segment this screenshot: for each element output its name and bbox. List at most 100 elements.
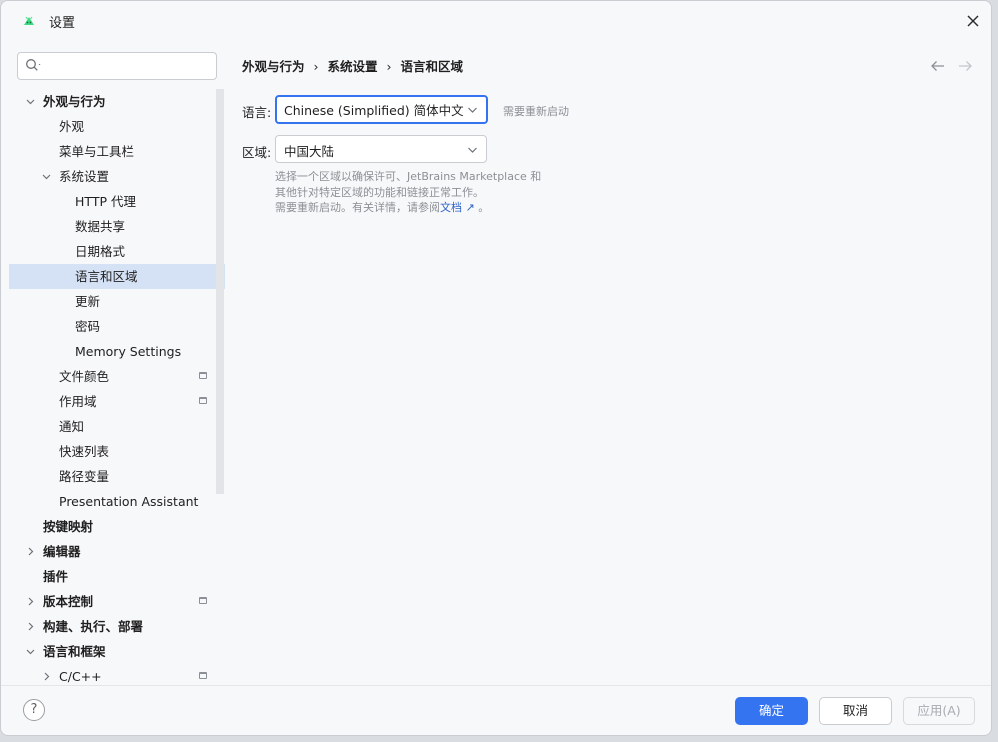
back-button[interactable]	[929, 57, 947, 75]
tree-item-label: 日期格式	[75, 244, 126, 259]
tree-item-label: 路径变量	[59, 469, 110, 484]
tree-item-language-region[interactable]: 语言和区域	[9, 264, 225, 289]
region-select-value: 中国大陆	[284, 144, 335, 159]
tree-item-passwords[interactable]: 密码	[9, 314, 225, 339]
tree-item-build-execution-deployment[interactable]: 构建、执行、部署	[9, 614, 225, 639]
tree-item-label: 语言和框架	[43, 644, 106, 659]
chevron-right-icon	[28, 547, 34, 556]
chevron-right-icon	[28, 622, 34, 631]
tree-item-label: 构建、执行、部署	[43, 619, 144, 634]
settings-dialog: 设置 外观与行为 外观 菜单与工具栏 系统设置 HTTP 代理 数据共享 日期格…	[0, 0, 992, 736]
title-bar: 设置	[1, 1, 991, 41]
restart-required-hint: 需要重新启动	[503, 105, 569, 118]
tree-item-data-sharing[interactable]: 数据共享	[9, 214, 225, 239]
search-input[interactable]	[48, 56, 212, 76]
arrow-right-icon	[959, 61, 972, 71]
close-button[interactable]	[963, 11, 983, 31]
forward-button[interactable]	[956, 57, 974, 75]
tree-item-label: 通知	[59, 419, 85, 434]
chevron-down-icon	[26, 649, 35, 655]
breadcrumb-item: 系统设置	[327, 59, 378, 74]
region-select[interactable]: 中国大陆	[275, 135, 487, 163]
history-navigation	[929, 57, 989, 75]
tree-item-label: Presentation Assistant	[59, 494, 199, 509]
tree-item-date-formats[interactable]: 日期格式	[9, 239, 225, 264]
chevron-down-icon	[468, 107, 477, 113]
language-label: 语言:	[242, 105, 272, 120]
tree-item-label: HTTP 代理	[75, 194, 136, 209]
tree-item-label: 语言和区域	[75, 269, 138, 284]
breadcrumb: 外观与行为 › 系统设置 › 语言和区域	[242, 56, 463, 75]
chevron-down-icon	[26, 99, 35, 105]
cancel-button[interactable]: 取消	[819, 697, 892, 725]
settings-content: 外观与行为 › 系统设置 › 语言和区域 语言: Chinese (Simplified…	[225, 41, 991, 685]
tree-item-updates[interactable]: 更新	[9, 289, 225, 314]
close-icon	[967, 15, 979, 27]
region-description-line: 其他针对特定区域的功能和链接正常工作。	[275, 185, 484, 199]
documentation-link[interactable]: 文档 ↗	[440, 201, 475, 214]
dialog-footer: ? 确定 取消 应用(A)	[1, 685, 991, 735]
project-settings-icon	[199, 372, 207, 379]
tree-item-languages-frameworks[interactable]: 语言和框架	[9, 639, 225, 664]
breadcrumb-separator: ›	[386, 59, 392, 74]
tree-item-memory-settings[interactable]: Memory Settings	[9, 339, 225, 364]
tree-item-cpp[interactable]: C/C++	[9, 664, 225, 685]
tree-item-menus-toolbars[interactable]: 菜单与工具栏	[9, 139, 225, 164]
tree-item-label: 插件	[43, 569, 69, 584]
region-description-line: 选择一个区域以确保许可、JetBrains Marketplace 和	[275, 170, 542, 183]
chevron-down-icon	[42, 174, 51, 180]
project-settings-icon	[199, 397, 207, 404]
tree-item-system-settings[interactable]: 系统设置	[9, 164, 225, 189]
window-title: 设置	[49, 16, 76, 31]
chevron-down-icon	[468, 147, 477, 153]
tree-item-label: 编辑器	[43, 544, 81, 559]
breadcrumb-item: 语言和区域	[400, 59, 464, 74]
tree-item-path-variables[interactable]: 路径变量	[9, 464, 225, 489]
tree-item-appearance[interactable]: 外观	[9, 114, 225, 139]
tree-item-appearance-behavior[interactable]: 外观与行为	[9, 89, 225, 114]
tree-item-notifications[interactable]: 通知	[9, 414, 225, 439]
language-select[interactable]: Chinese (Simplified) 简体中文	[275, 95, 488, 124]
arrow-left-icon	[931, 61, 944, 71]
tree-item-label: 文件颜色	[59, 369, 110, 384]
tree-item-file-colors[interactable]: 文件颜色	[9, 364, 225, 389]
tree-item-label: 菜单与工具栏	[59, 144, 135, 159]
tree-item-label: 更新	[75, 294, 101, 309]
region-label: 区域:	[242, 145, 272, 160]
tree-item-http-proxy[interactable]: HTTP 代理	[9, 189, 225, 214]
project-settings-icon	[199, 597, 207, 604]
tree-item-label: 版本控制	[43, 594, 94, 609]
breadcrumb-item: 外观与行为	[242, 59, 305, 74]
tree-item-plugins[interactable]: 插件	[9, 564, 225, 589]
chevron-right-icon	[28, 597, 34, 606]
tree-item-label: 外观	[59, 119, 85, 134]
tree-item-label: 外观与行为	[43, 94, 106, 109]
tree-item-keymap[interactable]: 按键映射	[9, 514, 225, 539]
tree-item-label: 快速列表	[59, 444, 110, 459]
tree-item-version-control[interactable]: 版本控制	[9, 589, 225, 614]
android-studio-icon	[24, 16, 34, 25]
search-icon	[26, 59, 41, 71]
tree-item-label: 数据共享	[75, 219, 126, 234]
tree-item-scopes[interactable]: 作用域	[9, 389, 225, 414]
project-settings-icon	[199, 672, 207, 679]
tree-item-label: 密码	[75, 319, 101, 334]
tree-item-quick-lists[interactable]: 快速列表	[9, 439, 225, 464]
sidebar-scrollbar[interactable]	[216, 89, 224, 494]
settings-tree: 外观与行为 外观 菜单与工具栏 系统设置 HTTP 代理 数据共享 日期格式 语…	[1, 89, 225, 685]
apply-button[interactable]: 应用(A)	[903, 697, 975, 725]
tree-item-label: 系统设置	[59, 169, 110, 184]
ok-button[interactable]: 确定	[735, 697, 808, 725]
tree-item-presentation-assistant[interactable]: Presentation Assistant	[9, 489, 225, 514]
tree-item-label: Memory Settings	[75, 344, 182, 359]
language-select-value: Chinese (Simplified) 简体中文	[284, 103, 464, 118]
breadcrumb-separator: ›	[313, 59, 319, 74]
tree-item-label: 作用域	[59, 394, 97, 409]
tree-item-label: 按键映射	[43, 519, 94, 534]
region-description-text: 。	[474, 201, 490, 214]
tree-item-editor[interactable]: 编辑器	[9, 539, 225, 564]
region-description-text: 需要重新启动。有关详情，请参阅	[275, 201, 440, 214]
region-description-line: 需要重新启动。有关详情，请参阅文档 ↗ 。	[275, 200, 541, 216]
help-button[interactable]: ?	[23, 699, 45, 721]
settings-search[interactable]	[17, 52, 217, 80]
